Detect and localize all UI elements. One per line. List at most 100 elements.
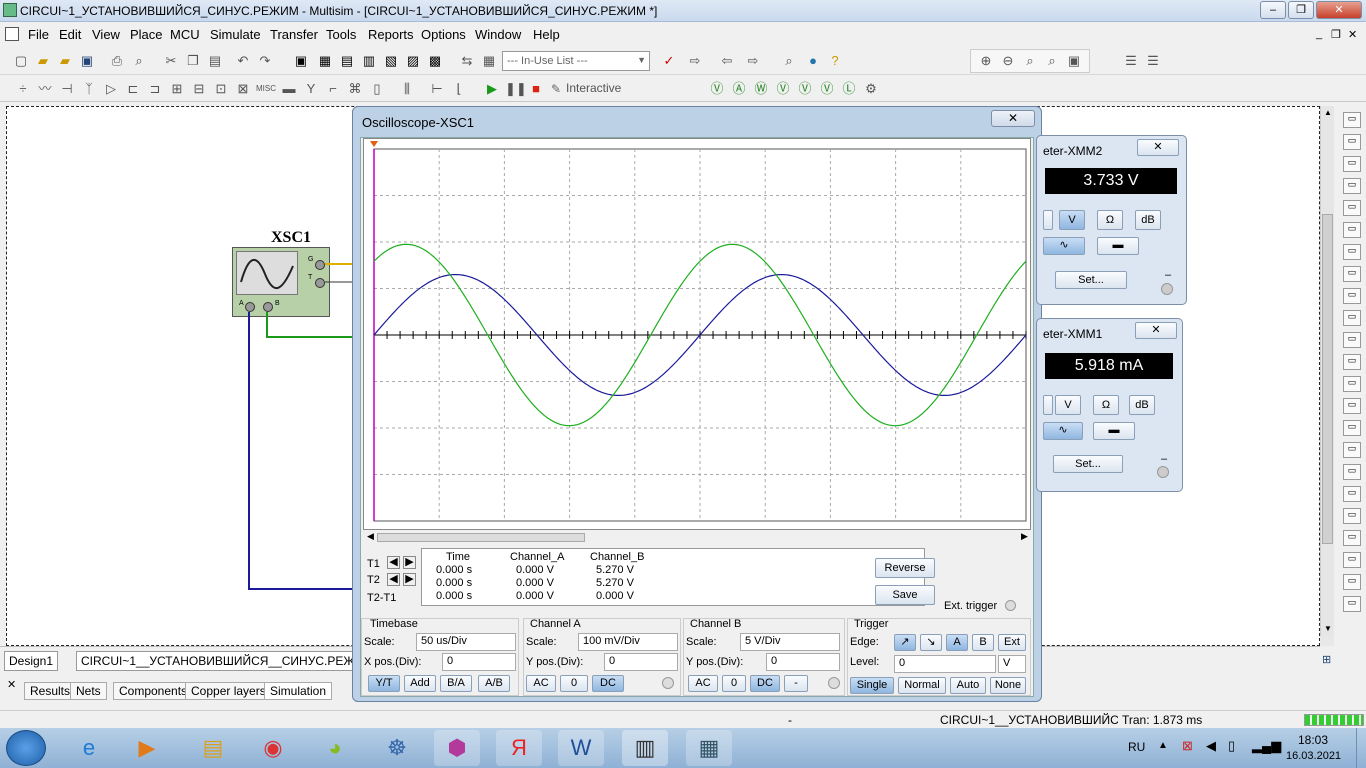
run-icon[interactable]: ▶ (483, 80, 501, 98)
spectrum-analyzer-icon[interactable]: ▭ (1343, 376, 1361, 392)
redo-icon[interactable]: ↷ (256, 52, 274, 70)
tektronix-scope-icon[interactable]: ▭ (1343, 486, 1361, 502)
logic-converter-icon[interactable]: ▭ (1343, 288, 1361, 304)
level-field[interactable]: 0 (894, 655, 996, 673)
agilent-scope-icon[interactable]: ▭ (1343, 464, 1361, 480)
xmm1-dc-button[interactable]: ▬ (1093, 422, 1135, 440)
rising-edge-button[interactable]: ↗ (894, 634, 916, 651)
xmm1-close-button[interactable]: ✕ (1135, 322, 1177, 339)
measurement-probe-icon[interactable]: ▭ (1343, 552, 1361, 568)
t2-right-icon[interactable]: ▶ (403, 573, 416, 586)
differential-probe-icon[interactable]: Ⓥ (774, 80, 792, 98)
place-ladder-icon[interactable]: ⊢ (428, 80, 446, 98)
tab-design1[interactable]: Design1 (4, 651, 59, 671)
spreadsheet-icon[interactable]: ▤ (338, 52, 356, 70)
zoom-in-icon[interactable]: ⊕ (977, 52, 995, 70)
xmm2-mode-a-button[interactable] (1043, 210, 1053, 230)
xmm1-db-button[interactable]: dB (1129, 395, 1155, 415)
stop-icon[interactable]: ■ (527, 80, 545, 98)
menu-reports[interactable]: Reports (368, 27, 414, 42)
digital-probe-icon[interactable]: Ⓛ (840, 80, 858, 98)
save-icon[interactable]: ▣ (78, 52, 96, 70)
clock-time[interactable]: 18:03 (1298, 733, 1328, 747)
power-icon[interactable]: ⊠ (234, 80, 252, 98)
frequency-counter-icon[interactable]: ▭ (1343, 244, 1361, 260)
level-unit[interactable]: V (998, 655, 1026, 673)
multimeter-xmm1-window[interactable]: eter-XMM1 ✕ 5.918 mA V Ω dB ∿ ▬ Set... – (1036, 318, 1183, 492)
reverse-button[interactable]: Reverse (875, 558, 935, 578)
diode-icon[interactable]: ⊣ (58, 80, 76, 98)
align2-icon[interactable]: ☰ (1144, 52, 1162, 70)
channel-a-ypos-field[interactable]: 0 (604, 653, 678, 671)
grid-icon[interactable]: ▦ (316, 52, 334, 70)
channel-b-ypos-field[interactable]: 0 (766, 653, 840, 671)
scroll-thumb[interactable] (1322, 214, 1333, 544)
save-button[interactable]: Save (875, 585, 935, 605)
undo-icon[interactable]: ↶ (234, 52, 252, 70)
cut-icon[interactable]: ✂ (162, 52, 180, 70)
trigger-ext-button[interactable]: Ext (998, 634, 1026, 651)
channel-a-scale-field[interactable]: 100 mV/Div (578, 633, 678, 651)
yandex-icon[interactable]: Я (496, 730, 542, 766)
mcu-icon[interactable]: ⌘ (346, 80, 364, 98)
t2-left-icon[interactable]: ◀ (387, 573, 400, 586)
zoom-out-icon[interactable]: ⊖ (999, 52, 1017, 70)
grapher-icon[interactable]: ▧ (382, 52, 400, 70)
xmm2-db-button[interactable]: dB (1135, 210, 1161, 230)
menu-simulate[interactable]: Simulate (210, 27, 261, 42)
bus-icon[interactable]: ⫼ (398, 80, 416, 98)
xmm2-set-button[interactable]: Set... (1055, 271, 1127, 289)
probe-icon[interactable]: ✓ (660, 52, 678, 70)
xmm1-ohm-button[interactable]: Ω (1093, 395, 1119, 415)
wire-icon[interactable]: ⌊ (450, 80, 468, 98)
agilent-generator-icon[interactable]: ▭ (1343, 420, 1361, 436)
signal-icon[interactable]: ▂▄▆ (1252, 738, 1281, 754)
multimeter-xmm2-window[interactable]: eter-XMM2 ✕ 3.733 V V Ω dB ∿ ▬ Set... – (1036, 135, 1187, 305)
scope-hscroll[interactable]: ◀ ▶ (363, 531, 1031, 544)
network-icon[interactable]: ⊠ (1182, 738, 1193, 754)
bode-plotter-icon[interactable]: ▭ (1343, 222, 1361, 238)
tab-components[interactable]: Components (113, 682, 194, 700)
scope-scroll-thumb[interactable] (377, 533, 585, 542)
mdi-restore-icon[interactable]: ❐ (1331, 28, 1341, 41)
xmm2-v-button[interactable]: V (1059, 210, 1085, 230)
tab-circuit[interactable]: CIRCUI~1__УСТАНОВИВШИЙСЯ__СИНУС.РЕЖ (76, 651, 354, 671)
trigger-a-button[interactable]: A (946, 634, 968, 651)
four-channel-osc-icon[interactable]: ▭ (1343, 200, 1361, 216)
word-icon[interactable]: W (558, 730, 604, 766)
tab-copper-layers[interactable]: Copper layers (185, 682, 272, 700)
component-wizard-icon[interactable]: ⇆ (458, 52, 476, 70)
xpos-field[interactable]: 0 (442, 653, 516, 671)
postprocessor-icon[interactable]: ▨ (404, 52, 422, 70)
scroll-down-icon[interactable]: ▼ (1324, 624, 1332, 633)
fullscreen-icon[interactable]: ▣ (292, 52, 310, 70)
scroll-up-icon[interactable]: ▲ (1324, 108, 1332, 117)
iv-analyzer-icon[interactable]: ▭ (1343, 332, 1361, 348)
xmm2-dc-button[interactable]: ▬ (1097, 237, 1139, 255)
channel-b-minus-button[interactable]: - (784, 675, 808, 692)
restore-tab-icon[interactable]: ⊞ (1322, 653, 1331, 666)
yt-button[interactable]: Y/T (368, 675, 400, 692)
oscilloscope-close-button[interactable]: ✕ (991, 110, 1035, 127)
maximize-button[interactable]: ❐ (1288, 1, 1314, 19)
zoom-full-icon[interactable]: ▣ (1065, 52, 1083, 70)
labview-icon[interactable]: ▭ (1343, 508, 1361, 524)
network-analyzer-icon[interactable]: ▭ (1343, 398, 1361, 414)
ab-button[interactable]: A/B (478, 675, 510, 692)
show-desktop-button[interactable] (1356, 728, 1366, 768)
erc-icon[interactable]: ▩ (426, 52, 444, 70)
probe-settings-icon[interactable]: ⚙ (862, 80, 880, 98)
inuse-list-select[interactable]: --- In-Use List --- ▼ (502, 51, 650, 71)
print-preview-icon[interactable]: ⌕ (130, 52, 148, 70)
usb-icon[interactable]: ▯ (1228, 738, 1235, 754)
find-icon[interactable]: ⌕ (780, 52, 798, 70)
rf-icon[interactable]: Y (302, 80, 320, 98)
current-probe-icon[interactable]: Ⓥ (796, 80, 814, 98)
menu-mcu[interactable]: MCU (170, 27, 200, 42)
minimize-button[interactable]: – (1260, 1, 1286, 19)
channel-a-zero-button[interactable]: 0 (560, 675, 588, 692)
open-sample-icon[interactable]: ▰ (56, 52, 74, 70)
mdi-close-icon[interactable]: ✕ (1348, 28, 1357, 41)
zoom-area-icon[interactable]: ⌕ (1021, 52, 1039, 70)
print-icon[interactable]: ⎙ (108, 52, 126, 70)
